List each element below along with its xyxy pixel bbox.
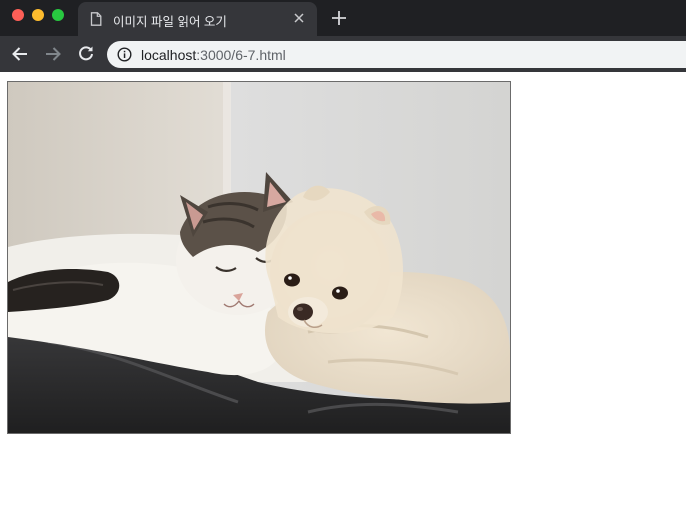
url-host: localhost bbox=[141, 47, 197, 63]
address-bar[interactable]: localhost:3000/6-7.html bbox=[107, 41, 686, 68]
url-text[interactable]: localhost:3000/6-7.html bbox=[141, 47, 286, 63]
browser-toolbar: localhost:3000/6-7.html bbox=[0, 36, 686, 72]
tab-strip: 이미지 파일 읽어 오기 bbox=[0, 0, 686, 36]
window-close-button[interactable] bbox=[12, 9, 24, 21]
window-maximize-button[interactable] bbox=[52, 9, 64, 21]
close-icon[interactable] bbox=[291, 10, 307, 26]
tab-active[interactable]: 이미지 파일 읽어 오기 bbox=[78, 2, 317, 36]
arrow-right-icon[interactable] bbox=[43, 44, 63, 64]
page-content bbox=[0, 72, 686, 527]
tab-title: 이미지 파일 읽어 오기 bbox=[113, 15, 227, 29]
cat-and-dog-photo bbox=[7, 81, 511, 434]
arrow-left-icon[interactable] bbox=[10, 44, 30, 64]
url-path: :3000/6-7.html bbox=[196, 47, 286, 63]
info-icon[interactable] bbox=[117, 47, 132, 67]
plus-icon[interactable] bbox=[328, 7, 350, 29]
window-minimize-button[interactable] bbox=[32, 9, 44, 21]
reload-icon[interactable] bbox=[76, 44, 96, 64]
document-icon bbox=[90, 12, 102, 31]
